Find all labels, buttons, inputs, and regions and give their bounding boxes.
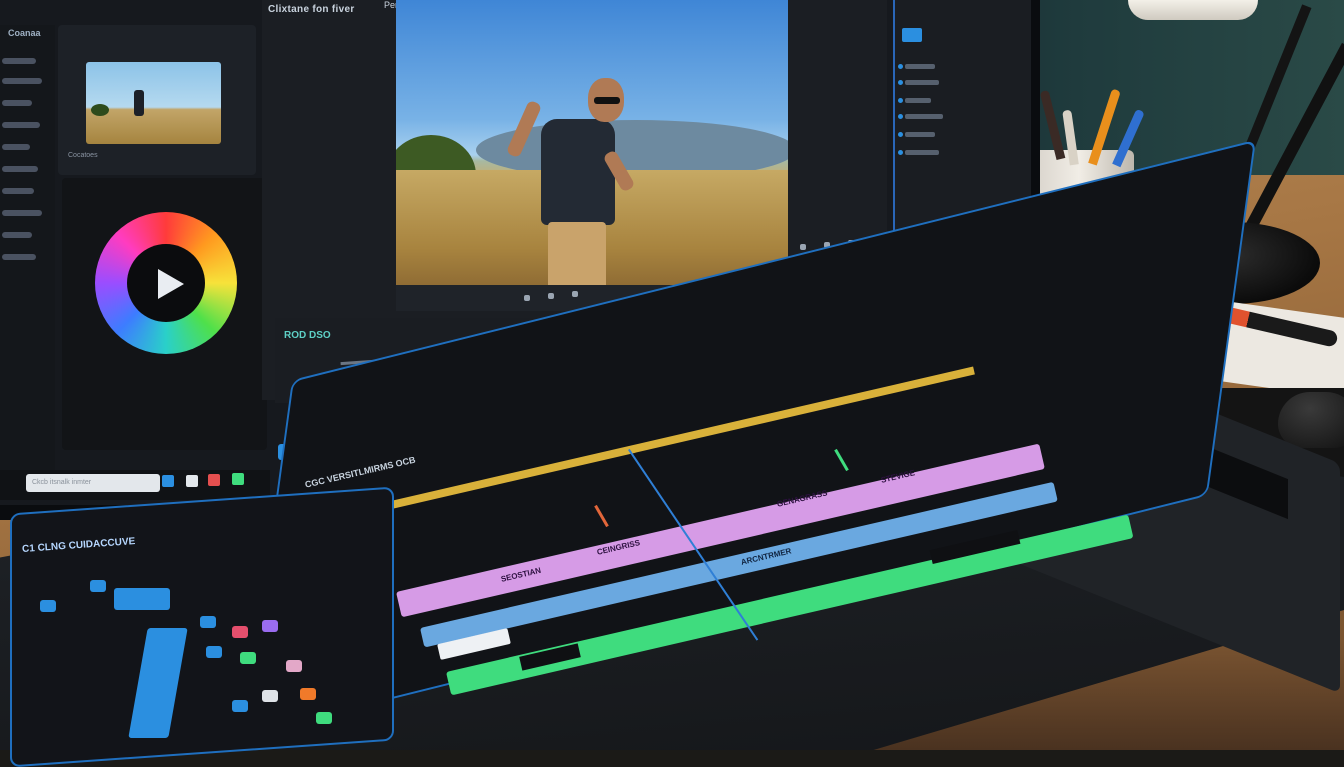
pad-key[interactable] — [90, 580, 106, 592]
taskbar-app-icon[interactable] — [162, 475, 174, 487]
inspector-row[interactable] — [905, 114, 943, 119]
pad-key[interactable] — [232, 626, 248, 638]
media-thumbnail[interactable] — [86, 62, 221, 144]
pad-key[interactable] — [262, 620, 278, 632]
taskbar-search-input[interactable]: Ckcb itsnalk inmter — [26, 474, 160, 492]
inspector-row[interactable] — [905, 132, 935, 137]
inspector-bullet — [898, 150, 903, 155]
play-icon[interactable] — [158, 269, 184, 299]
thumb-person — [134, 90, 144, 116]
pad-key[interactable] — [286, 660, 302, 672]
viewer-option-icon[interactable] — [800, 244, 806, 250]
inspector-bullet — [898, 98, 903, 103]
pad-key[interactable] — [262, 690, 278, 702]
sidebar-item[interactable] — [2, 58, 36, 64]
prev-frame-icon[interactable] — [524, 295, 530, 301]
taskbar-app-icon[interactable] — [186, 475, 198, 487]
inspector-bullet — [898, 114, 903, 119]
viewer-title: Clixtane fon fiver — [268, 4, 355, 15]
mini-timeline-label: ROD DSO — [284, 330, 331, 341]
sidebar-item[interactable] — [2, 188, 34, 194]
pad-key[interactable] — [40, 600, 56, 612]
inspector-tab-active[interactable] — [902, 28, 922, 42]
left-sidebar — [0, 25, 55, 475]
sidebar-item[interactable] — [2, 144, 30, 150]
pad-key[interactable] — [200, 616, 216, 628]
computer-mouse — [1278, 392, 1344, 448]
inspector-bullet — [898, 132, 903, 137]
sidebar-item[interactable] — [2, 166, 38, 172]
sidebar-item[interactable] — [2, 100, 32, 106]
taskbar-app-icon[interactable] — [208, 474, 220, 486]
sidebar-item[interactable] — [2, 78, 42, 84]
pad-key[interactable] — [316, 712, 332, 724]
next-frame-icon[interactable] — [572, 291, 578, 297]
thumb-tree — [91, 104, 109, 116]
inspector-row[interactable] — [905, 64, 935, 69]
pad-key[interactable] — [206, 646, 222, 658]
inspector-row[interactable] — [905, 150, 939, 155]
sidebar-item[interactable] — [2, 210, 42, 216]
media-bin-label: Cocatoes — [68, 152, 98, 159]
pad-key[interactable] — [300, 688, 316, 700]
sidebar-item[interactable] — [2, 254, 36, 260]
inspector-row[interactable] — [905, 80, 939, 85]
sunglasses — [594, 97, 620, 104]
person-torso — [541, 119, 615, 225]
sidebar-item[interactable] — [2, 232, 32, 238]
pad-key[interactable] — [240, 652, 256, 664]
pad-button-large[interactable] — [114, 588, 170, 610]
sidebar-item[interactable] — [2, 122, 40, 128]
taskbar-app-icon[interactable] — [232, 473, 244, 485]
inspector-bullet — [898, 80, 903, 85]
pad-key[interactable] — [232, 700, 248, 712]
inspector-row[interactable] — [905, 98, 931, 103]
sidebar-brand: Coanaa — [8, 28, 41, 38]
inspector-bullet — [898, 64, 903, 69]
play-control-icon[interactable] — [548, 293, 554, 299]
lamp-shade — [1128, 0, 1258, 20]
